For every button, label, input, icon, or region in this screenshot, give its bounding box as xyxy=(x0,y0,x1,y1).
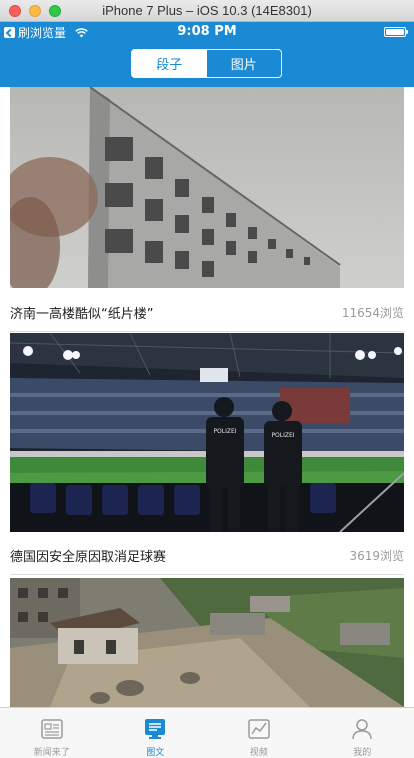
tab-video[interactable]: 视频 xyxy=(207,708,311,758)
segment-pictures[interactable]: 图片 xyxy=(206,50,281,77)
card-title: 德国因安全原因取消足球赛 xyxy=(10,549,167,565)
divider xyxy=(10,574,404,575)
card-caption: 济南一高楼酷似“纸片楼” 11654浏览 xyxy=(10,302,404,322)
chart-icon xyxy=(248,719,270,739)
tab-label: 视频 xyxy=(249,748,268,758)
tab-label: 我的 xyxy=(353,748,372,758)
status-bar: 刷浏览量 9:08 PM xyxy=(0,22,414,42)
stadium-police-photo[interactable]: POLIZEI POLIZEI xyxy=(10,333,404,532)
tab-label: 新闻来了 xyxy=(33,748,70,758)
view-count: 3619浏览 xyxy=(349,548,404,563)
status-time: 9:08 PM xyxy=(177,24,237,39)
news-icon xyxy=(41,719,63,739)
segment-jokes[interactable]: 段子 xyxy=(132,50,207,77)
photo-text-icon xyxy=(145,719,166,739)
view-count: 11654浏览 xyxy=(341,305,404,320)
battery-icon xyxy=(384,27,408,37)
divider xyxy=(10,331,404,332)
tab-label: 图文 xyxy=(146,748,165,758)
profile-icon xyxy=(352,719,372,740)
picture-feed[interactable]: 济南一高楼酷似“纸片楼” 11654浏览 POLIZEI POLIZEI 德国因… xyxy=(0,87,414,707)
card-caption: 德国因安全原因取消足球赛 3619浏览 xyxy=(10,545,404,565)
tab-news[interactable]: 新闻来了 xyxy=(0,708,104,758)
thin-building-photo[interactable] xyxy=(10,87,404,288)
simulator-titlebar: iPhone 7 Plus – iOS 10.3 (14E8301) xyxy=(0,0,414,22)
card-title: 济南一高楼酷似“纸片楼” xyxy=(10,306,154,322)
window-title: iPhone 7 Plus – iOS 10.3 (14E8301) xyxy=(102,3,312,18)
segmented-control: 段子 图片 xyxy=(131,49,282,78)
tab-profile[interactable]: 我的 xyxy=(311,708,414,758)
svg-text:POLIZEI: POLIZEI xyxy=(213,428,236,435)
landslide-village-photo[interactable] xyxy=(10,578,404,707)
tab-bar: 新闻来了 图文 视频 我的 xyxy=(0,707,414,758)
svg-text:POLIZEI: POLIZEI xyxy=(271,432,294,439)
tab-photo-text[interactable]: 图文 xyxy=(104,708,208,758)
app-header: 刷浏览量 9:08 PM 段子 图片 xyxy=(0,22,414,87)
